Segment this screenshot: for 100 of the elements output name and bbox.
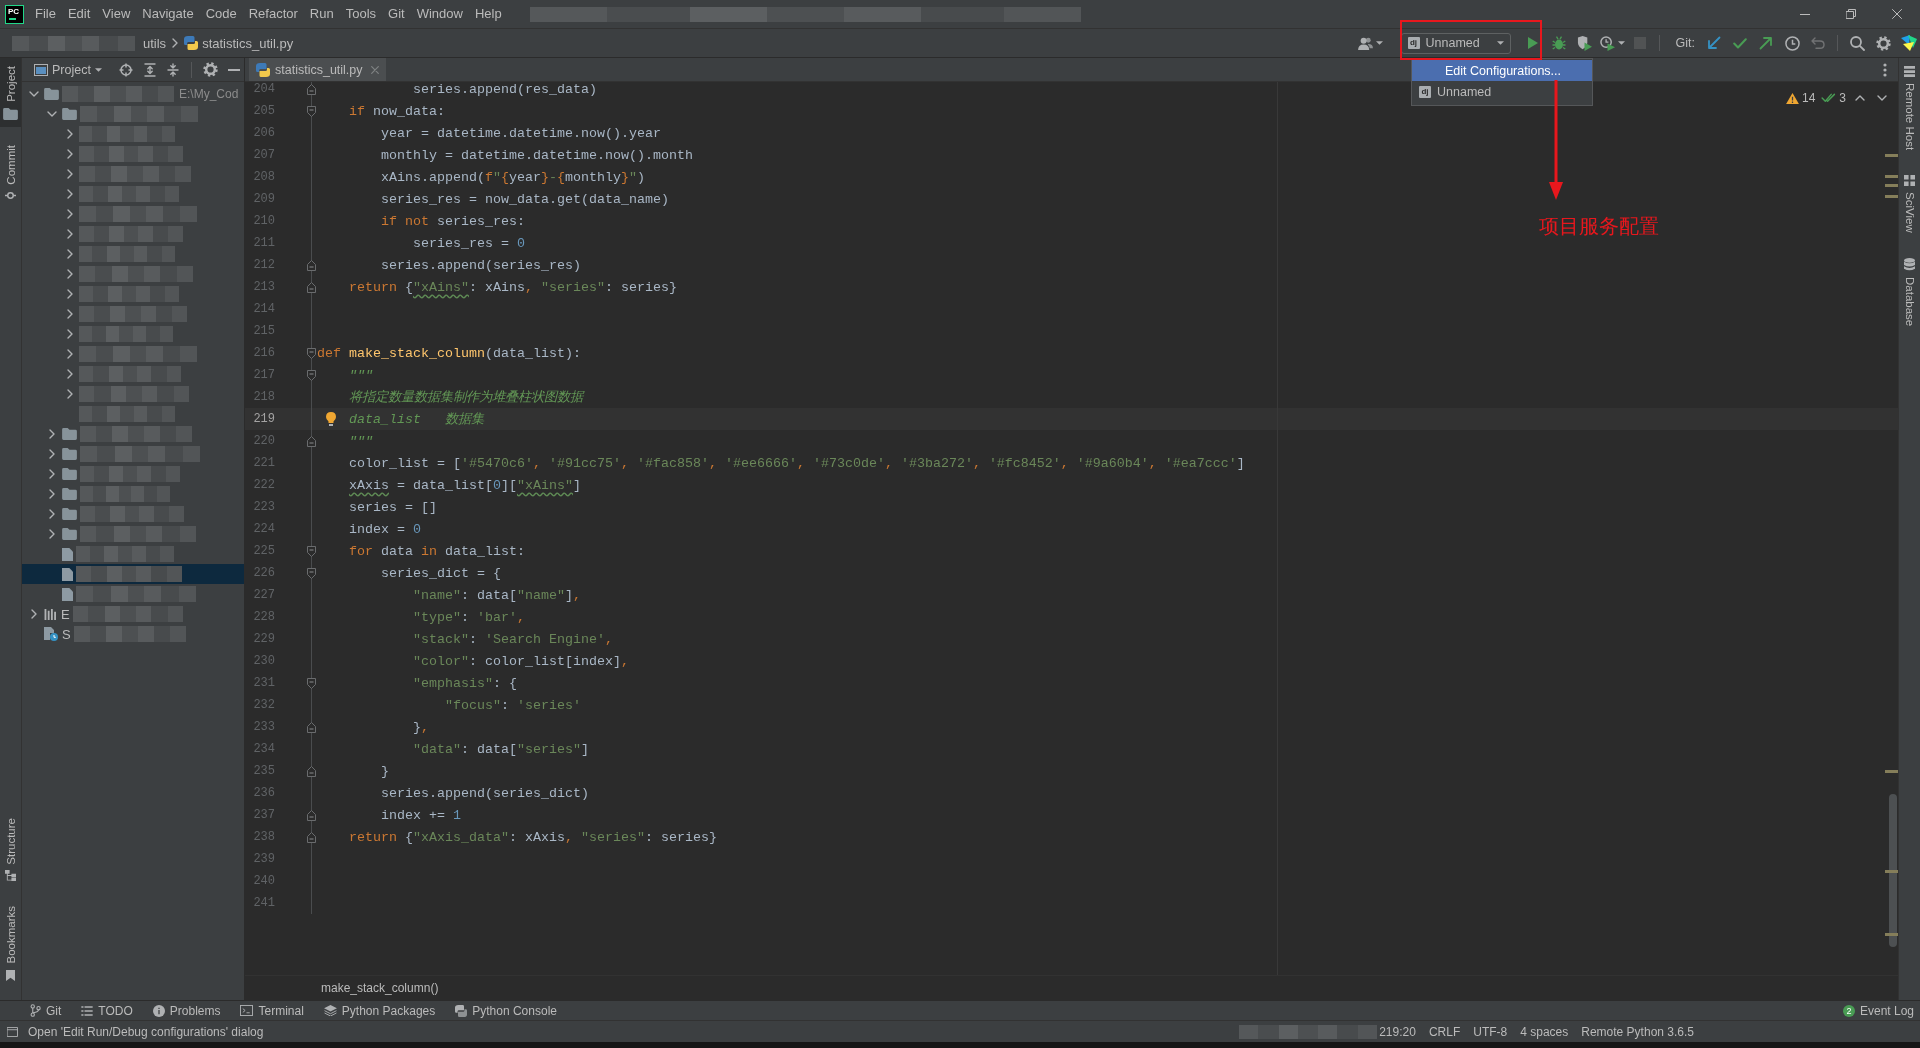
line-number: 208 xyxy=(252,170,275,184)
line-number: 236 xyxy=(252,786,275,800)
fold-marker-icon xyxy=(306,281,316,293)
menu-item[interactable]: Git xyxy=(382,4,411,24)
menu-item[interactable]: Run xyxy=(303,4,340,24)
code-line: if now_data: xyxy=(349,103,445,119)
double-check-icon xyxy=(1821,93,1837,103)
fold-marker-icon xyxy=(306,677,316,689)
file-icon xyxy=(62,587,73,601)
code-line: 将指定数量数据集制作为堆叠柱状图数据 xyxy=(349,389,583,406)
more-icon xyxy=(1883,62,1887,77)
tree-item[interactable]: E xyxy=(22,604,244,624)
folder-icon xyxy=(62,468,77,480)
tool-window-button[interactable]: Git xyxy=(30,1003,62,1018)
code-line: series.append(series_res) xyxy=(381,257,581,273)
menu-item[interactable]: Window xyxy=(410,4,469,24)
menu-item[interactable]: View xyxy=(96,4,137,24)
menu-item[interactable]: Navigate xyxy=(136,4,200,24)
line-number: 237 xyxy=(252,808,275,822)
folder-icon xyxy=(62,428,77,440)
tool-window-tab[interactable]: Database xyxy=(1899,249,1920,334)
caret-down-icon xyxy=(1496,41,1504,45)
breadcrumb-item[interactable]: utils xyxy=(141,35,169,51)
code-line: series = [] xyxy=(349,499,437,515)
clock-play-icon xyxy=(1599,35,1615,51)
fold-marker-icon xyxy=(306,105,316,117)
tool-window-button[interactable]: Terminal xyxy=(240,1003,304,1018)
database-icon xyxy=(1904,257,1915,271)
menu-item[interactable]: Code xyxy=(199,4,243,24)
status-item[interactable]: 219:20 xyxy=(1379,1024,1416,1039)
line-number: 234 xyxy=(252,742,275,756)
view-selector[interactable]: Project xyxy=(34,62,102,77)
weak-warnings-counter[interactable]: 3 xyxy=(1821,91,1846,105)
editor-tab[interactable]: statistics_util.py xyxy=(249,58,386,81)
run-config-dropdown[interactable]: dj Unnamed xyxy=(1400,32,1511,54)
tree-label: S xyxy=(62,626,71,642)
tree-item[interactable]: E:\My_Cod xyxy=(22,84,244,104)
menu-item[interactable]: Help xyxy=(468,4,508,24)
code-line: series_res = 0 xyxy=(412,235,525,251)
minimize-icon xyxy=(1800,13,1810,15)
gear-icon xyxy=(202,62,218,77)
gear-icon xyxy=(1875,35,1891,51)
code-line: "type": 'bar', xyxy=(412,609,525,625)
line-number: 219 xyxy=(252,412,275,426)
line-number: 239 xyxy=(252,852,275,866)
search-icon xyxy=(1849,35,1865,51)
menu-item[interactable]: Refactor xyxy=(242,4,304,24)
menu-item[interactable]: dj Unnamed xyxy=(1412,81,1592,102)
caret-down-icon xyxy=(1375,41,1383,45)
status-item[interactable]: CRLF xyxy=(1428,1024,1461,1039)
tool-window-tab[interactable]: Remote Host xyxy=(1899,58,1920,158)
line-number: 206 xyxy=(252,126,275,140)
line-number: 212 xyxy=(252,258,275,272)
line-number: 217 xyxy=(252,368,275,382)
tool-window-button[interactable]: TODO xyxy=(81,1003,133,1018)
fold-marker-icon xyxy=(306,721,316,733)
tool-window-tab[interactable]: Bookmarks xyxy=(0,898,21,988)
breadcrumb-item[interactable]: make_stack_column() xyxy=(321,981,439,995)
crosshair-icon xyxy=(118,62,133,77)
menu-item[interactable]: File xyxy=(29,4,62,24)
code-line: return {"xAins": xAins, "series": series} xyxy=(349,279,677,295)
tool-window-tab[interactable]: Structure xyxy=(0,809,21,889)
file-icon xyxy=(62,567,73,581)
breadcrumb-item[interactable]: statistics_util.py xyxy=(182,35,296,51)
path-hint: E:\My_Cod xyxy=(179,87,239,101)
code-line: "name": data["name"], xyxy=(412,587,581,603)
tool-window-tab[interactable]: SciView xyxy=(1899,167,1920,240)
tree-item[interactable] xyxy=(22,564,244,584)
line-number: 221 xyxy=(252,456,275,470)
menu-item[interactable]: Edit Configurations... xyxy=(1412,60,1592,81)
tool-window-tab[interactable]: Project xyxy=(0,58,21,127)
line-number: 210 xyxy=(252,214,275,228)
tool-window-tab[interactable]: Commit xyxy=(0,136,21,209)
line-number: 209 xyxy=(252,192,275,206)
menu-item[interactable]: Tools xyxy=(339,4,383,24)
line-number: 224 xyxy=(252,522,275,536)
menu-item[interactable]: Edit xyxy=(61,4,97,24)
warnings-counter[interactable]: 14 xyxy=(1785,91,1816,105)
status-item[interactable]: Remote Python 3.6.5 xyxy=(1581,1024,1694,1039)
list-icon xyxy=(81,1005,94,1016)
code-line: } xyxy=(381,763,389,779)
event-log-button[interactable]: 2 Event Log xyxy=(1842,1003,1914,1018)
line-number: 227 xyxy=(252,588,275,602)
status-item[interactable]: UTF-8 xyxy=(1473,1024,1508,1039)
code-line: data_list 数据集 xyxy=(349,411,484,428)
code-line: "stack": 'Search Engine', xyxy=(412,631,613,647)
status-item[interactable]: 4 spaces xyxy=(1520,1024,1569,1039)
fold-marker-icon xyxy=(306,765,316,777)
tool-window-button[interactable]: Problems xyxy=(152,1003,221,1018)
window-icon xyxy=(7,1026,18,1037)
tree-item[interactable]: S xyxy=(22,624,244,644)
folder-icon xyxy=(3,107,18,120)
line-number: 228 xyxy=(252,610,275,624)
tool-window-button[interactable]: Python Packages xyxy=(323,1003,436,1018)
close-icon xyxy=(1892,9,1902,19)
scrollbar-thumb[interactable] xyxy=(1889,794,1897,947)
lightbulb-icon xyxy=(326,412,336,426)
caret-down-icon xyxy=(1617,41,1625,45)
expand-all-icon xyxy=(143,62,156,77)
tool-window-button[interactable]: Python Console xyxy=(455,1003,557,1018)
